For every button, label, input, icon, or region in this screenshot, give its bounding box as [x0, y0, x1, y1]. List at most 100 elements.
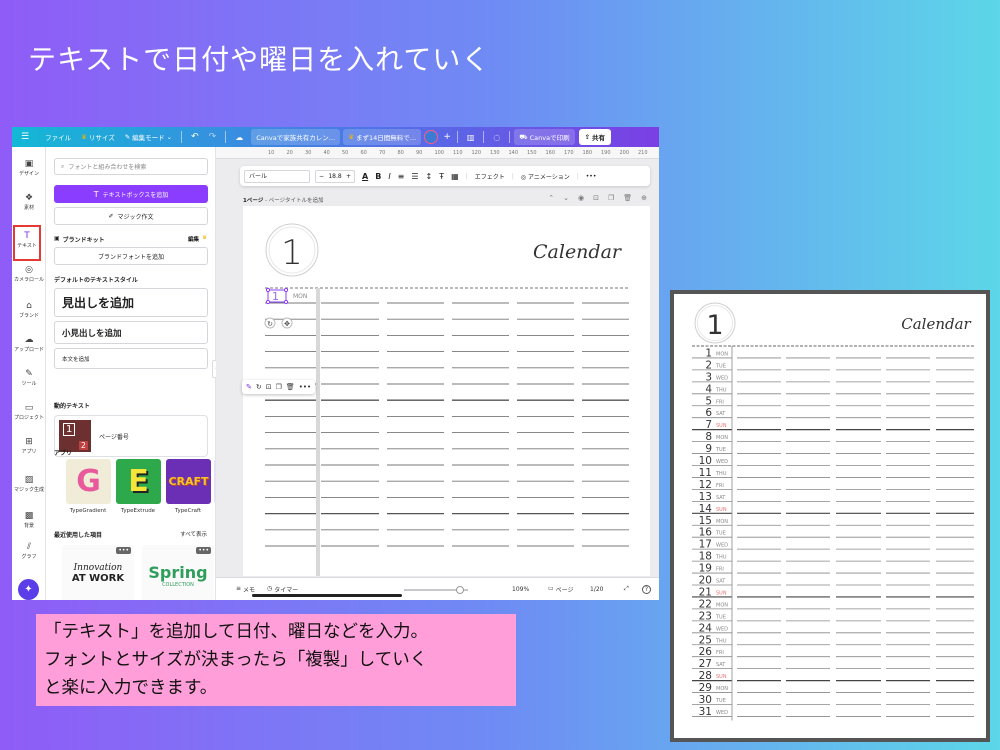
- more-icon[interactable]: •••: [299, 383, 311, 391]
- app-typecraft[interactable]: CRAFT: [166, 459, 211, 504]
- ruler-tick-label: 40: [323, 150, 330, 156]
- share-label: 共有: [592, 134, 606, 142]
- trash-icon[interactable]: 🗑: [286, 383, 295, 391]
- side-rail: ▣ デザイン ❖ 素材 T テキスト ◎ カメラロール ⌂ ブランド ☁ アップロード ✎ ツール ▭ プロジ…: [12, 147, 46, 600]
- move-glyph: ✥: [284, 320, 290, 328]
- list-icon[interactable]: ☰: [411, 172, 418, 181]
- lock-icon[interactable]: ⊡: [266, 383, 272, 391]
- day-number: 1: [272, 290, 279, 303]
- ruler-tick-label: 180: [582, 150, 593, 156]
- rail-item-1[interactable]: ❖ 素材: [12, 193, 46, 211]
- cloud-sync-icon[interactable]: ☁: [230, 133, 248, 142]
- add-page-icon[interactable]: ⊕: [641, 194, 647, 202]
- add-brand-font-button[interactable]: ブランドフォントを追加: [54, 247, 208, 265]
- help-icon[interactable]: ?: [642, 584, 651, 594]
- plus-icon[interactable]: +: [346, 171, 351, 182]
- chevron-down-icon[interactable]: ⌄: [563, 194, 569, 202]
- rail-item-label: ツール: [21, 381, 37, 387]
- recent-item[interactable]: Spring COLLECTION •••: [142, 545, 214, 600]
- transparency-icon[interactable]: ▦: [451, 172, 459, 181]
- eye-icon[interactable]: ◉: [578, 194, 584, 202]
- canva-screenshot: ☰ ファイル ♛ リサイズ ✎ 編集モード ⌄ ↶ ↷ ☁ Canvaで家族共有カレン…: [12, 127, 659, 600]
- add-body-button[interactable]: 本文を追加: [54, 348, 208, 369]
- rail-item-11[interactable]: ⫽ グラフ: [12, 542, 46, 560]
- print-button[interactable]: ⛟ Canvaで印刷: [514, 129, 575, 145]
- search-input[interactable]: ⌕ フォントと組み合わせを検索: [54, 158, 208, 175]
- magic-assistant-icon[interactable]: ✦: [18, 579, 39, 600]
- trash-icon[interactable]: 🗑: [623, 194, 632, 202]
- rotate-icon[interactable]: ↻: [256, 383, 262, 391]
- fullscreen-icon[interactable]: ⤢: [624, 585, 629, 593]
- rail-item-8[interactable]: ⊞ アプリ: [12, 437, 46, 455]
- rail-item-10[interactable]: ▩ 背景: [12, 511, 46, 529]
- crown-icon: ♛: [81, 133, 87, 141]
- document-title[interactable]: Canvaで家族共有カレン…: [251, 129, 341, 145]
- divider: [509, 131, 511, 143]
- bold-icon[interactable]: B: [375, 172, 381, 181]
- magic-write-button[interactable]: ✐ マジック作文: [54, 207, 208, 225]
- weekday-label: TUE: [715, 531, 726, 537]
- minus-icon[interactable]: −: [319, 171, 324, 182]
- more-icon[interactable]: •••: [196, 547, 211, 554]
- align-icon[interactable]: ≡: [398, 172, 405, 181]
- file-menu[interactable]: ファイル: [40, 132, 76, 142]
- timer-icon: ◷: [267, 584, 273, 592]
- comment-icon[interactable]: ◌: [488, 133, 505, 142]
- notes-button[interactable]: ≡ メモ: [236, 585, 255, 594]
- rail-item-7[interactable]: ▭ プロジェクト: [12, 403, 46, 421]
- rail-icon: ⌂: [26, 301, 32, 311]
- text-size-icon[interactable]: Ŧ: [439, 172, 444, 181]
- add-subheading-button[interactable]: 小見出しを追加: [54, 321, 208, 344]
- chevron-up-icon[interactable]: ⌃: [548, 194, 554, 202]
- brand-kit-edit-link[interactable]: 編集 ♛: [188, 235, 207, 243]
- edit-mode-button[interactable]: ✎ 編集モード ⌄: [120, 132, 177, 142]
- see-all-link[interactable]: すべて表示: [180, 530, 207, 538]
- zoom-slider-handle[interactable]: [456, 586, 465, 594]
- plus-icon[interactable]: +: [441, 132, 453, 142]
- redo-icon[interactable]: ↷: [204, 132, 222, 142]
- text-spacing-icon[interactable]: ↕: [426, 172, 433, 181]
- more-icon[interactable]: •••: [586, 173, 597, 180]
- pages-button[interactable]: ▭ ページ: [548, 585, 574, 594]
- magic-wand-icon: ✐: [108, 212, 114, 220]
- recent-item[interactable]: Innovation AT WORK •••: [62, 545, 134, 600]
- text-color-icon[interactable]: A: [362, 172, 368, 181]
- duplicate-icon[interactable]: ❐: [276, 383, 282, 391]
- page-title-bar[interactable]: 1ページ - ページタイトルを追加: [243, 196, 323, 204]
- resize-button[interactable]: ♛ リサイズ: [76, 132, 120, 142]
- crown-icon: ♛: [348, 133, 355, 141]
- undo-icon[interactable]: ↶: [186, 132, 204, 142]
- font-size-stepper[interactable]: − 18.8 +: [315, 169, 355, 183]
- trial-promo-button[interactable]: ♛ まず14日間無料で…: [343, 129, 422, 145]
- rail-item-5[interactable]: ☁ アップロード: [12, 335, 46, 353]
- rail-item-2[interactable]: T テキスト: [13, 225, 41, 261]
- more-icon[interactable]: •••: [116, 547, 131, 554]
- italic-icon[interactable]: I: [388, 172, 390, 181]
- rail-item-0[interactable]: ▣ デザイン: [12, 159, 46, 177]
- zoom-value[interactable]: 109%: [512, 586, 529, 593]
- rail-item-4[interactable]: ⌂ ブランド: [12, 301, 46, 319]
- zoom-slider[interactable]: [404, 586, 468, 594]
- duplicate-icon[interactable]: ❐: [608, 194, 614, 202]
- rail-icon: ▣: [24, 159, 34, 169]
- font-selector[interactable]: バール: [244, 169, 310, 183]
- effects-button[interactable]: エフェクト: [475, 172, 505, 181]
- add-textbox-button[interactable]: T テキストボックスを追加: [54, 185, 208, 203]
- rail-item-3[interactable]: ◎ カメラロール: [12, 265, 46, 283]
- analytics-icon[interactable]: ▥: [462, 133, 480, 142]
- recent-heading: 最近使用した項目: [54, 532, 103, 539]
- rail-item-6[interactable]: ✎ ツール: [12, 369, 46, 387]
- animation-button[interactable]: ◎ アニメーション: [521, 172, 570, 181]
- rail-item-9[interactable]: ▨ マジック生成: [12, 475, 46, 493]
- page-number-card[interactable]: 12 ページ番号: [54, 415, 208, 457]
- share-button[interactable]: ⇪ 共有: [578, 129, 612, 145]
- add-heading-button[interactable]: 見出しを追加: [54, 288, 208, 317]
- magic-icon[interactable]: ✎: [246, 383, 252, 391]
- app-typegradient[interactable]: G: [66, 459, 111, 504]
- rotate-glyph: ↻: [267, 320, 273, 328]
- hamburger-icon[interactable]: ☰: [12, 132, 34, 142]
- timer-button[interactable]: ◷ タイマー: [267, 585, 298, 594]
- avatar[interactable]: [424, 130, 439, 144]
- lock-icon[interactable]: ⊡: [593, 194, 599, 202]
- app-typeextrude[interactable]: E: [116, 459, 161, 504]
